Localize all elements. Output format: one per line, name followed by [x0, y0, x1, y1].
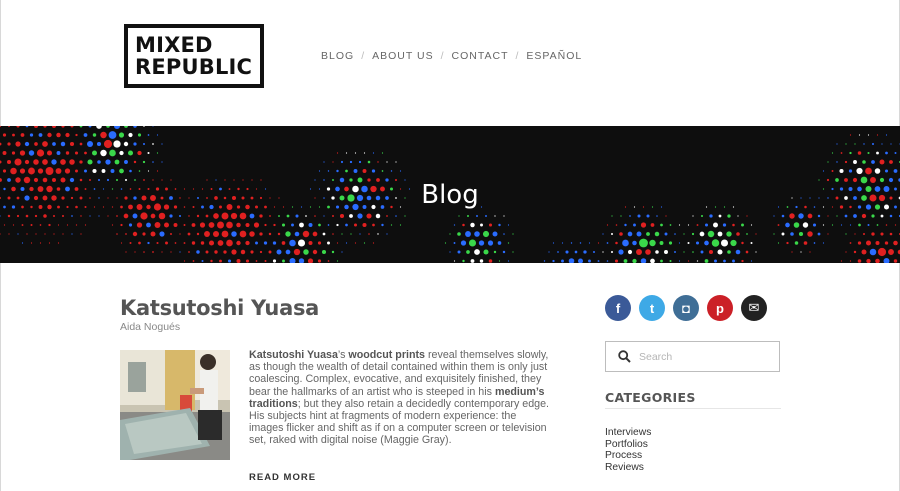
categories-list: Interviews Portfolios Process Reviews	[605, 427, 651, 473]
email-icon[interactable]: ✉	[741, 295, 767, 321]
search-icon[interactable]	[618, 350, 631, 363]
pinterest-icon[interactable]: p	[707, 295, 733, 321]
nav-about-us[interactable]: ABOUT US	[372, 50, 433, 62]
post-author: Aida Nogués	[120, 321, 181, 333]
post-excerpt: Katsutoshi Yuasa’s woodcut prints reveal…	[249, 349, 551, 447]
nav-contact[interactable]: CONTACT	[452, 50, 509, 62]
excerpt-text-1: ’s	[337, 349, 349, 361]
nav-separator: /	[361, 50, 366, 62]
categories-heading: CATEGORIES	[605, 390, 696, 405]
logo-line-1: MIXED	[135, 33, 213, 57]
post-title[interactable]: Katsutoshi Yuasa	[120, 296, 319, 320]
category-process[interactable]: Process	[605, 450, 642, 461]
excerpt-woodcut-prints: woodcut prints	[348, 349, 425, 361]
site-logo[interactable]: MIXED REPUBLIC	[124, 24, 264, 88]
twitter-icon[interactable]: t	[639, 295, 665, 321]
hero-title: Blog	[421, 179, 479, 210]
logo-line-2: REPUBLIC	[135, 55, 253, 79]
nav-separator: /	[440, 50, 445, 62]
category-interviews[interactable]: Interviews	[605, 427, 651, 438]
artist-photo-icon	[120, 350, 230, 460]
nav-blog[interactable]: BLOG	[321, 50, 354, 62]
categories-divider	[605, 408, 781, 409]
nav-espanol[interactable]: ESPAÑOL	[526, 50, 582, 62]
read-more-link[interactable]: READ MORE	[249, 472, 316, 483]
nav-separator: /	[515, 50, 520, 62]
search-box[interactable]	[605, 341, 780, 372]
social-icons: f t ◘ p ✉	[605, 295, 767, 321]
category-reviews[interactable]: Reviews	[605, 462, 644, 473]
hero-banner: Blog	[0, 126, 900, 263]
facebook-icon[interactable]: f	[605, 295, 631, 321]
excerpt-artist-name: Katsutoshi Yuasa	[249, 349, 338, 361]
category-portfolios[interactable]: Portfolios	[605, 439, 648, 450]
instagram-icon[interactable]: ◘	[673, 295, 699, 321]
search-input[interactable]	[639, 350, 769, 363]
post-thumbnail[interactable]	[120, 350, 230, 460]
main-nav: BLOG / ABOUT US / CONTACT / ESPAÑOL	[321, 50, 582, 62]
